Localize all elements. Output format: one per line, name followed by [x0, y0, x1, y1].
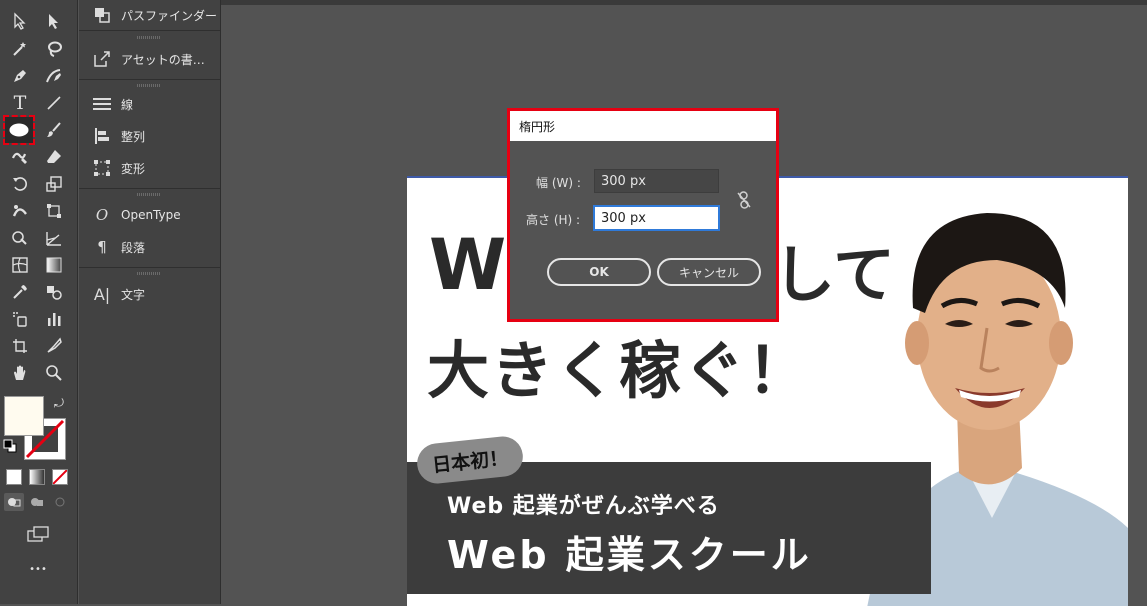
- line-segment-tool[interactable]: [40, 90, 68, 116]
- height-label: 高さ (H) :: [526, 213, 581, 227]
- panel-grip[interactable]: [137, 84, 161, 87]
- panel-separator: [79, 79, 220, 80]
- fill-swatch-front[interactable]: [4, 396, 44, 436]
- pen-tool[interactable]: [6, 63, 34, 89]
- color-mode-button[interactable]: [6, 469, 22, 485]
- scale-tool[interactable]: [40, 171, 68, 197]
- screen-mode-icon[interactable]: [24, 521, 52, 547]
- perspective-grid-tool[interactable]: [40, 225, 68, 251]
- headline-line1-left: W: [429, 224, 507, 306]
- panel-grip[interactable]: [137, 272, 161, 275]
- ellipse-dialog: 楕円形 幅 (W) : 高さ (H) : OK キャンセル: [507, 108, 779, 322]
- panel-asset-export[interactable]: アセットの書…: [79, 44, 220, 74]
- headline-line1-right: して: [773, 238, 896, 311]
- shape-builder-tool[interactable]: [6, 225, 34, 251]
- artboard-tool[interactable]: [6, 333, 34, 359]
- document-tab-bar: [221, 0, 1147, 5]
- eraser-tool[interactable]: [40, 144, 68, 170]
- banner-title: Web 起業スクール: [447, 533, 812, 577]
- width-label: 幅 (W) :: [536, 176, 581, 190]
- panel-stroke[interactable]: 線: [79, 89, 220, 119]
- panel-transform[interactable]: 変形: [79, 153, 220, 183]
- swap-fill-stroke-icon[interactable]: ⤾: [50, 394, 68, 412]
- column-graph-tool[interactable]: [40, 306, 68, 332]
- panel-opentype[interactable]: O OpenType: [79, 200, 220, 230]
- eyedropper-tool[interactable]: [6, 279, 34, 305]
- hand-tool[interactable]: [6, 360, 34, 386]
- height-input[interactable]: [594, 206, 719, 230]
- direct-selection-tool[interactable]: [6, 8, 34, 34]
- constrain-proportions-link-icon[interactable]: [736, 191, 752, 209]
- mesh-tool[interactable]: [6, 252, 34, 278]
- opentype-icon: O: [95, 206, 109, 224]
- draw-normal-icon[interactable]: [4, 493, 24, 511]
- panel-align[interactable]: 整列: [79, 121, 220, 151]
- lasso-tool[interactable]: [40, 36, 68, 62]
- shaper-tool[interactable]: [6, 144, 34, 170]
- selection-tool[interactable]: [40, 8, 68, 34]
- zoom-tool[interactable]: [40, 360, 68, 386]
- collapsed-panels-dock: パスファインダー アセットの書… 線 整列 変形 O OpenType ¶ 段落: [79, 0, 221, 604]
- panel-label: 整列: [121, 129, 146, 144]
- banner-subtitle: Web 起業がぜんぶ学べる: [447, 494, 720, 519]
- slice-tool[interactable]: [40, 333, 68, 359]
- puppet-warp-tool[interactable]: [6, 198, 34, 224]
- magic-wand-tool[interactable]: [6, 36, 34, 62]
- panel-separator: [79, 188, 220, 189]
- panel-label: パスファインダー: [121, 8, 218, 23]
- stroke-icon: [91, 97, 113, 111]
- rotate-tool[interactable]: [6, 171, 34, 197]
- headline-line2: 大きく稼ぐ！: [427, 334, 812, 407]
- transform-icon: [91, 159, 113, 177]
- panel-label: 線: [121, 97, 134, 112]
- panel-label: OpenType: [121, 208, 181, 222]
- ellipse-tool[interactable]: [3, 115, 35, 145]
- dialog-title: 楕円形: [510, 111, 776, 141]
- asset-export-icon: [91, 50, 113, 68]
- panel-paragraph[interactable]: ¶ 段落: [79, 232, 220, 262]
- tools-panel: T ⤾ •••: [0, 0, 78, 604]
- default-colors-icon[interactable]: [2, 438, 18, 454]
- panel-label: アセットの書…: [121, 52, 205, 67]
- draw-inside-icon[interactable]: [50, 493, 70, 511]
- character-icon: A|: [93, 284, 111, 304]
- panel-separator: [79, 267, 220, 268]
- panel-grip[interactable]: [137, 193, 161, 196]
- free-transform-tool[interactable]: [40, 198, 68, 224]
- gradient-mode-button[interactable]: [29, 469, 45, 485]
- gradient-tool[interactable]: [40, 252, 68, 278]
- panel-label: 変形: [121, 161, 146, 176]
- ok-button[interactable]: OK: [547, 258, 651, 286]
- width-input[interactable]: [594, 169, 719, 193]
- pathfinder-icon: [91, 7, 113, 23]
- align-icon: [91, 128, 113, 144]
- type-tool[interactable]: T: [6, 90, 34, 116]
- panel-separator: [79, 30, 220, 31]
- panel-label: 文字: [121, 287, 146, 302]
- curvature-tool[interactable]: [40, 63, 68, 89]
- paintbrush-tool[interactable]: [40, 117, 68, 143]
- edit-toolbar-icon[interactable]: •••: [24, 556, 52, 582]
- panel-label: 段落: [121, 240, 146, 255]
- panel-character[interactable]: A| 文字: [79, 279, 220, 309]
- panel-pathfinder[interactable]: パスファインダー: [79, 0, 220, 30]
- paragraph-icon: ¶: [97, 238, 107, 256]
- none-mode-button[interactable]: [52, 469, 68, 485]
- blend-tool[interactable]: [40, 279, 68, 305]
- banner: Web 起業がぜんぶ学べる Web 起業スクール: [407, 462, 931, 594]
- cancel-button[interactable]: キャンセル: [657, 258, 761, 286]
- panel-grip[interactable]: [137, 36, 161, 39]
- symbol-sprayer-tool[interactable]: [6, 306, 34, 332]
- draw-behind-icon[interactable]: [27, 493, 47, 511]
